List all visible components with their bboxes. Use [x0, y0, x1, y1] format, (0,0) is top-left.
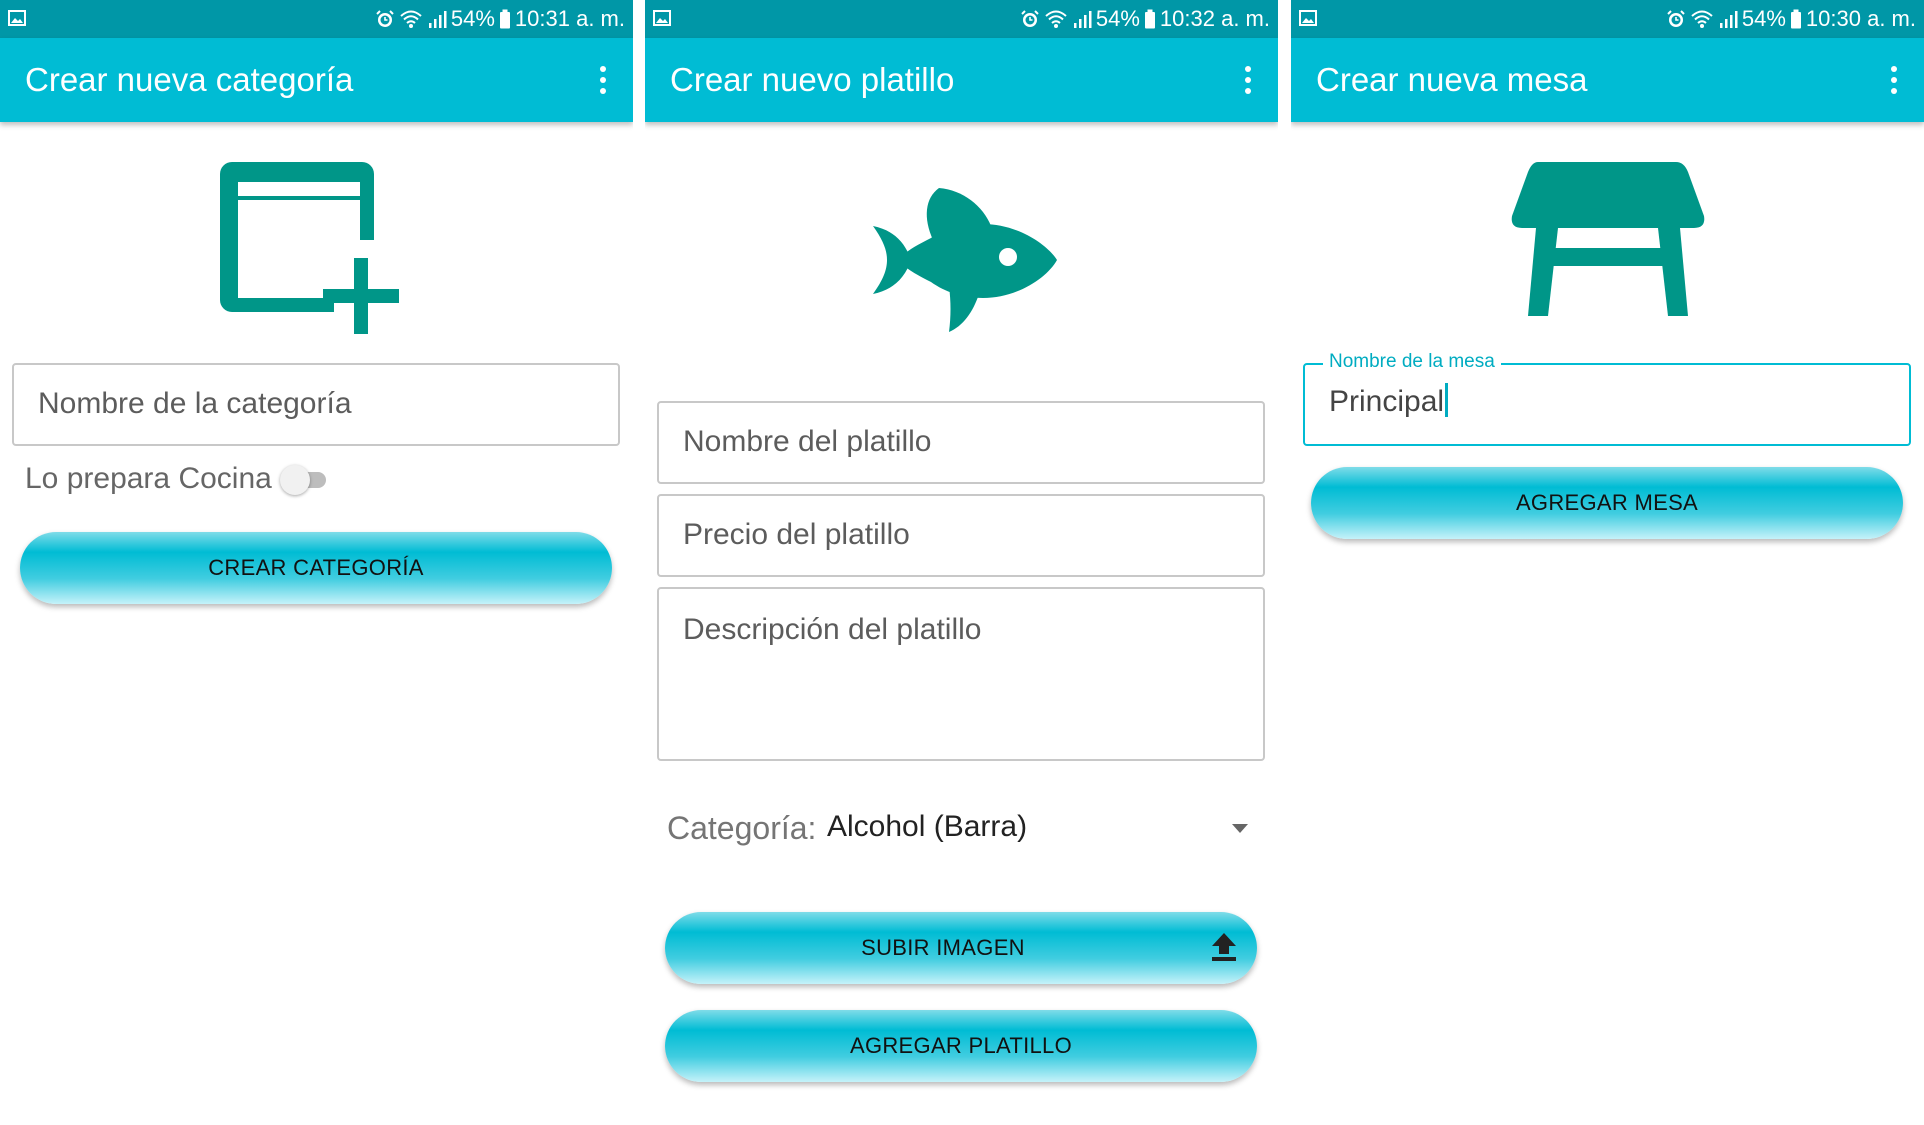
- table-name-input[interactable]: Nombre de la mesa Principal: [1303, 351, 1911, 446]
- page-title: Crear nueva categoría: [25, 61, 354, 98]
- battery-percent: 54%: [1095, 6, 1140, 31]
- app-bar: Crear nueva categoría: [0, 38, 633, 122]
- table-icon: [1511, 162, 1705, 316]
- status-indicators: 54% 10:30 a. m.: [1666, 0, 1916, 38]
- page-title: Crear nueva mesa: [1316, 61, 1588, 98]
- cocina-toggle-label: Lo prepara Cocina: [25, 462, 272, 495]
- clock: 10:31 a. m.: [514, 6, 625, 31]
- category-name-placeholder: Nombre de la categoría: [38, 387, 352, 420]
- clock: 10:32 a. m.: [1159, 6, 1270, 31]
- dropdown-arrow-icon: [1232, 824, 1248, 833]
- category-name-input[interactable]: Nombre de la categoría: [12, 363, 620, 446]
- gallery-notification-icon: [653, 10, 671, 26]
- status-bar: 54% 10:32 a. m.: [645, 0, 1278, 38]
- subir-imagen-button[interactable]: SUBIR IMAGEN: [665, 912, 1257, 984]
- table-name-value: Principal: [1329, 385, 1445, 418]
- battery-icon: [499, 9, 510, 29]
- category-select[interactable]: Categoría: Alcohol (Barra): [667, 808, 1248, 854]
- fish-icon: [873, 188, 1057, 332]
- agregar-platillo-label: AGREGAR PLATILLO: [849, 1033, 1073, 1058]
- clock: 10:30 a. m.: [1805, 6, 1916, 31]
- dish-name-input[interactable]: Nombre del platillo: [657, 401, 1265, 484]
- overflow-menu-icon[interactable]: [591, 64, 615, 96]
- overflow-menu-icon[interactable]: [1882, 64, 1906, 96]
- add-card-icon: [220, 162, 399, 334]
- screen-crear-categoria: 54% 10:31 a. m. Crear nueva categoría No…: [0, 0, 633, 1125]
- status-bar: 54% 10:30 a. m.: [1291, 0, 1924, 38]
- signal-icon: [428, 11, 447, 28]
- dish-description-placeholder: Descripción del platillo: [683, 613, 982, 646]
- dish-description-input[interactable]: Descripción del platillo: [657, 587, 1265, 761]
- page-title: Crear nuevo platillo: [670, 61, 955, 98]
- battery-percent: 54%: [1741, 6, 1786, 31]
- dish-price-placeholder: Precio del platillo: [683, 518, 910, 551]
- dish-name-placeholder: Nombre del platillo: [683, 425, 932, 458]
- status-indicators: 54% 10:32 a. m.: [1020, 0, 1270, 38]
- table-name-label: Nombre de la mesa: [1323, 351, 1501, 373]
- cocina-toggle-row: Lo prepara Cocina: [25, 458, 328, 500]
- gallery-notification-icon: [8, 10, 26, 26]
- category-select-value: Alcohol (Barra): [827, 810, 1028, 843]
- wifi-icon: [1045, 10, 1067, 28]
- status-indicators: 54% 10:31 a. m.: [375, 0, 625, 38]
- app-bar: Crear nueva mesa: [1291, 38, 1924, 122]
- crear-categoria-label: CREAR CATEGORÍA: [208, 555, 424, 580]
- agregar-mesa-label: AGREGAR MESA: [1515, 490, 1699, 515]
- battery-icon: [1790, 9, 1801, 29]
- overflow-menu-icon[interactable]: [1236, 64, 1260, 96]
- battery-icon: [1144, 9, 1155, 29]
- upload-icon: [1212, 933, 1236, 961]
- category-select-label: Categoría:: [667, 810, 817, 846]
- agregar-mesa-button[interactable]: AGREGAR MESA: [1311, 467, 1903, 539]
- alarm-icon: [1667, 10, 1685, 27]
- signal-icon: [1073, 11, 1092, 28]
- screen-crear-mesa: 54% 10:30 a. m. Crear nueva mesa Nombre …: [1291, 0, 1924, 1125]
- screen-crear-platillo: 54% 10:32 a. m. Crear nuevo platillo Nom…: [645, 0, 1278, 1125]
- cocina-toggle-switch[interactable]: [279, 465, 328, 495]
- gallery-notification-icon: [1299, 10, 1317, 26]
- dish-price-input[interactable]: Precio del platillo: [657, 494, 1265, 577]
- agregar-platillo-button[interactable]: AGREGAR PLATILLO: [665, 1010, 1257, 1082]
- wifi-icon: [400, 10, 422, 28]
- app-bar: Crear nuevo platillo: [645, 38, 1278, 122]
- battery-percent: 54%: [450, 6, 495, 31]
- crear-categoria-button[interactable]: CREAR CATEGORÍA: [20, 532, 612, 604]
- alarm-icon: [376, 10, 394, 27]
- status-bar: 54% 10:31 a. m.: [0, 0, 633, 38]
- signal-icon: [1719, 11, 1738, 28]
- alarm-icon: [1021, 10, 1039, 27]
- wifi-icon: [1691, 10, 1713, 28]
- subir-imagen-label: SUBIR IMAGEN: [861, 935, 1025, 960]
- text-cursor: [1445, 383, 1449, 417]
